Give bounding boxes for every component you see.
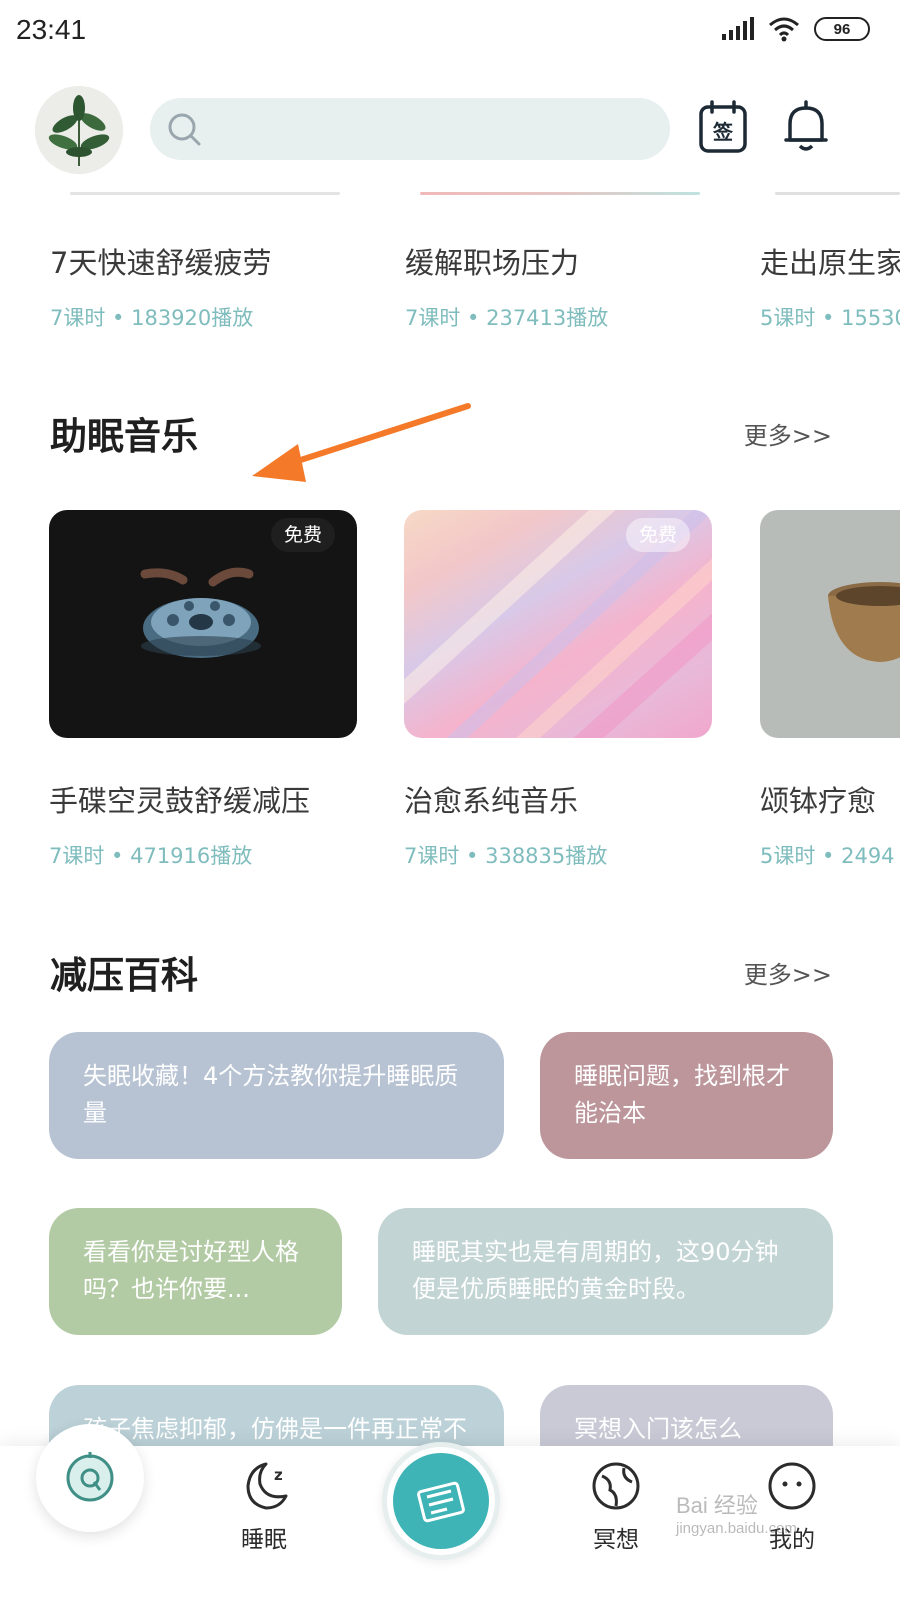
sign-label: 签: [712, 120, 734, 144]
more-link[interactable]: 更多>>: [744, 955, 832, 990]
music-row: 免费 手碟空灵鼓舒缓减压 7课时 • 471916播放 免费 治愈系纯音乐 7课…: [0, 508, 900, 868]
more-link[interactable]: 更多>>: [744, 416, 832, 451]
bell-icon[interactable]: [782, 100, 830, 158]
nav-tab-meditate[interactable]: 冥想: [566, 1458, 666, 1554]
course-card[interactable]: 7天快速舒缓疲劳 7课时 • 183920播放: [50, 240, 358, 332]
floating-timer-button[interactable]: [36, 1424, 144, 1532]
nav-tab-sleep[interactable]: z 睡眠: [214, 1458, 314, 1554]
battery-indicator: 96: [814, 17, 870, 41]
music-card[interactable]: 颂钵疗愈 5课时 • 2494: [760, 510, 900, 868]
tip-tag[interactable]: 看看你是讨好型人格吗？也许你要...: [49, 1208, 342, 1335]
news-ticket-icon: [417, 1481, 465, 1523]
avatar[interactable]: [35, 86, 123, 174]
top-header: 签: [0, 86, 900, 176]
search-icon: [168, 113, 201, 146]
music-title: 颂钵疗愈: [760, 784, 877, 818]
course-title: 7天快速舒缓疲劳: [50, 246, 272, 280]
course-meta: 5课时 • 155300播放: [760, 306, 900, 330]
section-title: 助眠音乐: [50, 415, 198, 458]
search-input[interactable]: [150, 98, 670, 160]
check-in-calendar-icon[interactable]: 签: [698, 100, 748, 158]
watermark-brand: Bai 经验: [676, 1493, 758, 1518]
course-meta: 7课时 • 237413播放: [405, 306, 609, 330]
course-title: 走出原生家庭: [760, 246, 900, 280]
center-action-button[interactable]: [382, 1442, 500, 1560]
annotation-arrow-icon: [252, 403, 471, 482]
music-meta: 7课时 • 338835播放: [404, 844, 608, 868]
nav-label: 睡眠: [241, 1527, 287, 1553]
status-bar: 23:41 96: [0, 0, 900, 62]
status-icons: 96: [720, 16, 870, 42]
free-badge: 免费: [270, 518, 335, 552]
globe-icon: [592, 1462, 640, 1510]
center-action-fill: [393, 1453, 489, 1549]
music-meta: 7课时 • 471916播放: [49, 844, 253, 868]
music-meta: 5课时 • 2494: [760, 844, 895, 868]
music-title: 治愈系纯音乐: [404, 784, 579, 818]
signal-icon: [722, 17, 754, 40]
music-thumb-singing-bowl: [760, 510, 900, 738]
course-thumb-edge: [420, 192, 700, 195]
course-thumb-edge: [775, 192, 900, 195]
nav-label: 冥想: [593, 1527, 639, 1553]
status-time: 23:41: [16, 14, 87, 45]
course-thumb-edge: [70, 192, 340, 195]
course-meta: 7课时 • 183920播放: [50, 306, 254, 330]
tip-tag[interactable]: 失眠收藏！4个方法教你提升睡眠质量: [49, 1032, 504, 1159]
timer-icon: [66, 1452, 114, 1502]
watermark: Bai 经验 jingyan.baidu.com: [676, 1488, 797, 1537]
tips-section-header: 减压百科 更多>>: [50, 945, 832, 997]
watermark-url: jingyan.baidu.com: [676, 1520, 797, 1537]
moon-icon: z: [246, 1462, 288, 1510]
section-title: 减压百科: [50, 954, 198, 997]
music-thumb-pastel: 免费: [404, 510, 712, 738]
plant-avatar-image: [35, 86, 123, 174]
course-card[interactable]: 缓解职场压力 7课时 • 237413播放: [405, 240, 713, 332]
svg-text:z: z: [274, 1466, 283, 1484]
tip-tag[interactable]: 睡眠其实也是有周期的，这90分钟便是优质睡眠的黄金时段。: [378, 1208, 833, 1335]
free-badge: 免费: [625, 518, 690, 552]
course-row: 7天快速舒缓疲劳 7课时 • 183920播放 缓解职场压力 7课时 • 237…: [0, 192, 900, 342]
wifi-icon: [769, 17, 799, 42]
course-title: 缓解职场压力: [405, 246, 580, 280]
course-card[interactable]: 走出原生家庭 5课时 • 155300播放: [760, 240, 900, 332]
music-title: 手碟空灵鼓舒缓减压: [49, 784, 311, 818]
music-card[interactable]: 免费 治愈系纯音乐 7课时 • 338835播放: [404, 510, 712, 868]
singing-bowl-image: [828, 582, 900, 662]
tip-tag[interactable]: 睡眠问题，找到根才能治本: [540, 1032, 833, 1159]
music-card[interactable]: 免费 手碟空灵鼓舒缓减压 7课时 • 471916播放: [49, 510, 357, 868]
music-thumb-handpan: 免费: [49, 510, 357, 738]
